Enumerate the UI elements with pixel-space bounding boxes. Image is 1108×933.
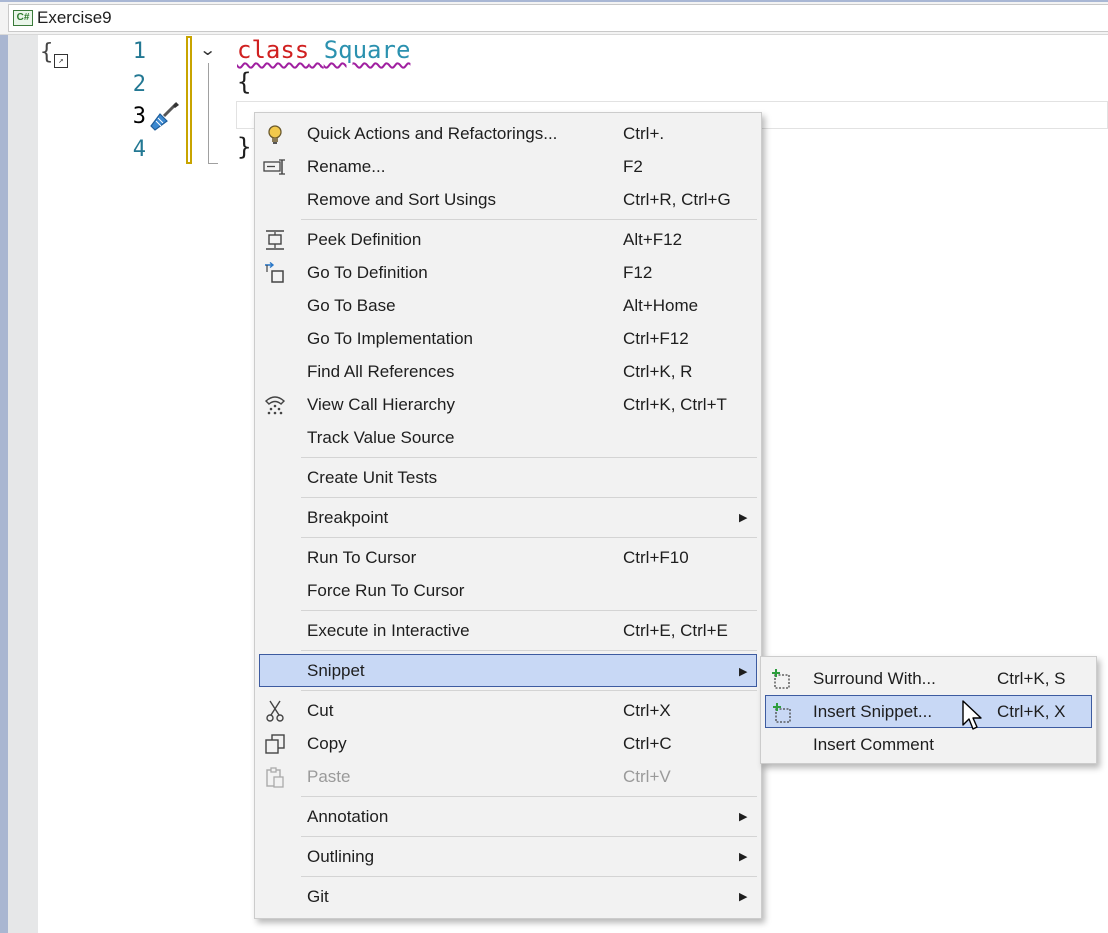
menu-separator <box>301 537 757 538</box>
line-number-current: 3 <box>132 104 146 129</box>
menu-item-force-run-to-cursor[interactable]: Force Run To Cursor <box>255 574 761 607</box>
scissors-icon <box>263 699 287 723</box>
menu-item-copy[interactable]: Copy Ctrl+C <box>255 727 761 760</box>
menu-item-outlining[interactable]: Outlining ▶ <box>255 840 761 873</box>
submenu-arrow-icon: ▶ <box>739 512 748 524</box>
document-tab-bar: C# Exercise9 <box>0 0 1108 35</box>
peek-definition-icon <box>263 228 287 252</box>
mouse-pointer-icon <box>962 700 984 732</box>
file-tab-label: Exercise9 <box>37 8 112 27</box>
class-scope-icon: {↗ <box>40 40 68 68</box>
submenu-arrow-icon: ▶ <box>739 851 748 863</box>
menu-separator <box>301 876 757 877</box>
menu-item-breakpoint[interactable]: Breakpoint ▶ <box>255 501 761 534</box>
menu-separator <box>301 610 757 611</box>
collapse-chevron-icon[interactable]: ⌄ <box>199 40 216 60</box>
code-line-1[interactable]: class Square <box>237 36 410 64</box>
menu-item-cut[interactable]: Cut Ctrl+X <box>255 694 761 727</box>
menu-item-run-to-cursor[interactable]: Run To Cursor Ctrl+F10 <box>255 541 761 574</box>
menu-item-view-call-hierarchy[interactable]: View Call Hierarchy Ctrl+K, Ctrl+T <box>255 388 761 421</box>
menu-item-create-unit-tests[interactable]: Create Unit Tests <box>255 461 761 494</box>
menu-item-rename[interactable]: Rename... F2 <box>255 150 761 183</box>
menu-item-git[interactable]: Git ▶ <box>255 880 761 913</box>
menu-item-go-to-base[interactable]: Go To Base Alt+Home <box>255 289 761 322</box>
outline-guide-end <box>208 163 218 164</box>
lightbulb-icon <box>263 122 287 146</box>
paste-icon <box>263 765 287 789</box>
snippet-submenu: Surround With... Ctrl+K, S Insert Snippe… <box>760 656 1097 764</box>
submenu-item-surround-with[interactable]: Surround With... Ctrl+K, S <box>761 662 1096 695</box>
submenu-arrow-icon: ▶ <box>739 811 748 823</box>
menu-item-find-all-references[interactable]: Find All References Ctrl+K, R <box>255 355 761 388</box>
type-name: Square <box>323 36 411 64</box>
insert-snippet-icon <box>770 701 794 725</box>
menu-separator <box>301 457 757 458</box>
line-number: 4 <box>132 137 146 162</box>
menu-item-track-value-source[interactable]: Track Value Source <box>255 421 761 454</box>
window-edge <box>0 35 8 933</box>
submenu-arrow-icon: ▶ <box>739 891 748 903</box>
menu-separator <box>301 219 757 220</box>
menu-item-annotation[interactable]: Annotation ▶ <box>255 800 761 833</box>
menu-item-paste: Paste Ctrl+V <box>255 760 761 793</box>
menu-item-peek-definition[interactable]: Peek Definition Alt+F12 <box>255 223 761 256</box>
csharp-file-icon: C# <box>13 10 33 26</box>
code-line-2[interactable]: { <box>237 68 251 96</box>
submenu-item-insert-snippet[interactable]: Insert Snippet... Ctrl+K, X <box>765 695 1092 728</box>
go-to-definition-icon <box>263 261 287 285</box>
menu-item-remove-sort-usings[interactable]: Remove and Sort Usings Ctrl+R, Ctrl+G <box>255 183 761 216</box>
line-number: 1 <box>132 39 146 64</box>
menu-item-quick-actions[interactable]: Quick Actions and Refactorings... Ctrl+. <box>255 117 761 150</box>
copy-icon <box>263 732 287 756</box>
menu-item-go-to-definition[interactable]: Go To Definition F12 <box>255 256 761 289</box>
menu-separator <box>301 836 757 837</box>
rename-icon <box>263 155 287 179</box>
code-line-4[interactable]: } <box>237 133 251 161</box>
file-tab[interactable]: C# Exercise9 <box>8 4 1108 32</box>
menu-separator <box>301 650 757 651</box>
menu-item-go-to-implementation[interactable]: Go To Implementation Ctrl+F12 <box>255 322 761 355</box>
menu-separator <box>301 497 757 498</box>
menu-item-snippet[interactable]: Snippet ▶ <box>259 654 757 687</box>
indicator-margin[interactable] <box>8 35 38 933</box>
screwdriver-icon[interactable] <box>148 100 180 132</box>
submenu-item-insert-comment[interactable]: Insert Comment <box>761 728 1096 761</box>
change-tracking-bar <box>186 36 192 164</box>
tab-bar-accent <box>0 0 1108 2</box>
menu-item-execute-in-interactive[interactable]: Execute in Interactive Ctrl+E, Ctrl+E <box>255 614 761 647</box>
submenu-arrow-icon: ▶ <box>739 666 748 678</box>
line-number: 2 <box>132 72 146 97</box>
context-menu: Quick Actions and Refactorings... Ctrl+.… <box>254 112 762 919</box>
outline-guide <box>208 63 209 163</box>
call-hierarchy-icon <box>263 393 287 417</box>
surround-with-icon <box>769 667 793 691</box>
keyword-class: class <box>237 36 310 64</box>
menu-separator <box>301 796 757 797</box>
menu-separator <box>301 690 757 691</box>
